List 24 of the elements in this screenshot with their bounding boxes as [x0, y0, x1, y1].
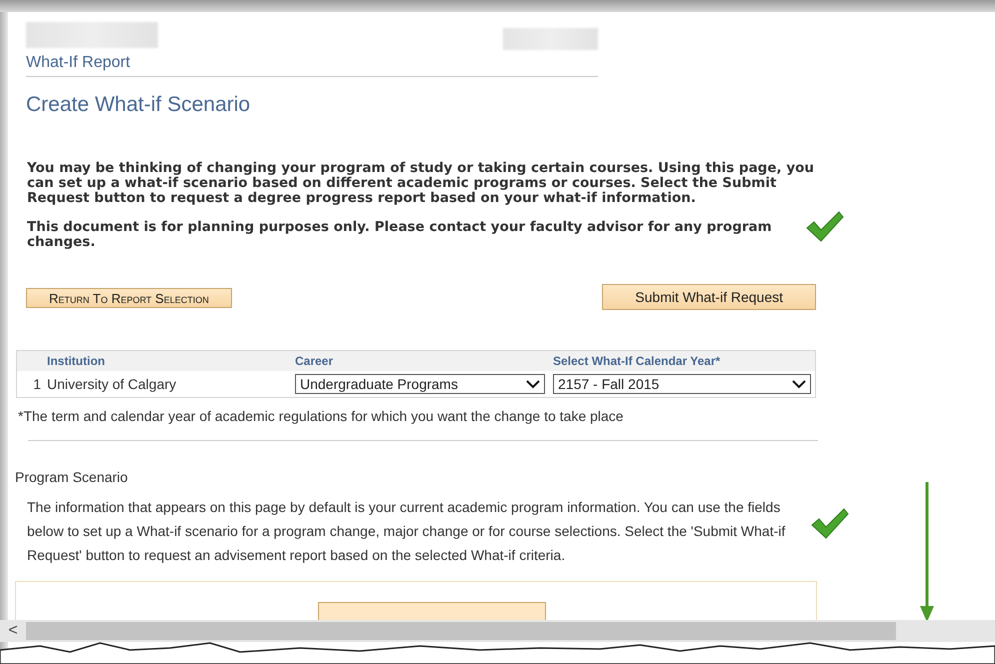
- checkmark-icon: [805, 210, 845, 244]
- scroll-left-button[interactable]: <: [0, 621, 26, 641]
- column-header: Institution: [43, 350, 291, 371]
- column-header: Career: [291, 350, 549, 371]
- breadcrumb-title: What-If Report: [26, 54, 598, 77]
- intro-paragraph: You may be thinking of changing your program of study or taking certain courses. Using this page, you can set up a what-if scenario based on different academic programs or courses. Select the Submit Request button to request a degree progress report based on your what-if information.: [27, 161, 816, 206]
- scrollbar-thumb[interactable]: [26, 622, 896, 640]
- submit-button[interactable]: Submit What-if Request: [602, 284, 816, 310]
- calendar-year-dropdown[interactable]: 2157 - Fall 2015: [553, 374, 811, 394]
- table-cell: University of Calgary: [43, 371, 291, 398]
- career-dropdown[interactable]: Undergraduate Programs: [295, 374, 545, 394]
- return-button[interactable]: Return To Report Selection: [26, 288, 232, 308]
- column-header: Select What-If Calendar Year*: [549, 350, 816, 371]
- page-title: Create What-if Scenario: [26, 93, 252, 117]
- section-description: The information that appears on this page by default is your current academic program information. You can use the fields below to set up a What-if scenario for a program change, major change or for course selections. Select the 'Submit What-if Request' button to request an advisement report based on the selected What-if criteria.: [27, 499, 786, 563]
- section-heading: Program Scenario: [15, 469, 129, 485]
- chevron-down-icon: [792, 379, 806, 389]
- down-arrow-icon: [920, 482, 934, 622]
- chevron-down-icon: [526, 379, 540, 389]
- row-number: 1: [16, 371, 43, 398]
- checkmark-icon: [810, 507, 850, 541]
- footnote: *The term and calendar year of academic regulations for which you want the change to take place: [18, 408, 624, 424]
- horizontal-scrollbar[interactable]: <: [0, 620, 995, 642]
- intro-paragraph: This document is for planning purposes only. Please contact your faculty advisor for any program changes.: [27, 220, 773, 250]
